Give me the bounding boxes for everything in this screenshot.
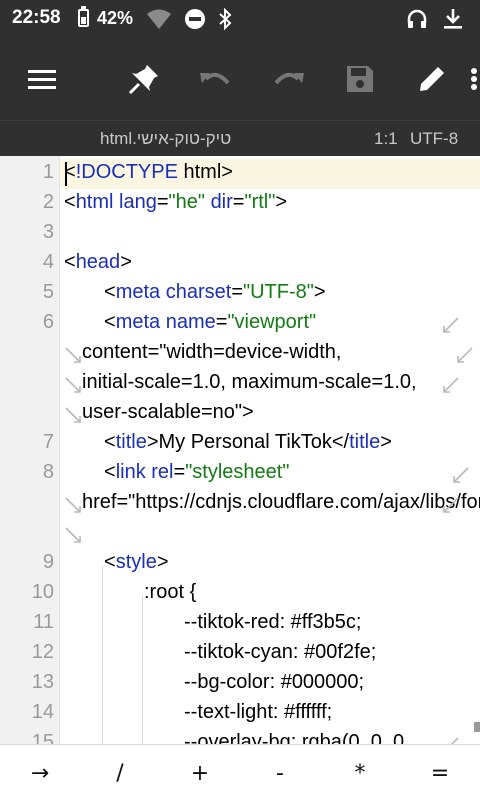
line-number: 15 (31, 731, 54, 744)
code-line: <head> (64, 251, 132, 273)
wrap-continue-icon (65, 407, 81, 423)
clock: 22:58 (12, 7, 61, 28)
battery-icon (78, 9, 89, 27)
line-number: 13 (31, 671, 54, 693)
do-not-disturb-icon (185, 9, 205, 29)
line-number: 4 (42, 251, 54, 273)
line-number: 10 (31, 581, 54, 603)
redo-button[interactable] (268, 59, 308, 99)
edit-button[interactable] (412, 59, 452, 99)
code-line: :root { (144, 581, 197, 603)
code-line: <meta name="viewport" content="width=devi… (82, 311, 417, 423)
code-line: --text-light: #ffffff; (184, 701, 333, 723)
pin-button[interactable] (124, 59, 164, 99)
file-encoding[interactable]: UTF-8 (410, 129, 458, 149)
code-line: --overlay-bg: rgba(0, 0, 0, (184, 731, 410, 744)
status-bar: 22:58 42% (0, 0, 480, 38)
download-icon (444, 9, 462, 29)
file-name[interactable]: טיק-טוק-אישי.html (100, 129, 231, 149)
wrap-arrow-icon (457, 347, 473, 363)
code-editor[interactable]: 1 2 3 4 5 6 7 8 9 10 11 12 13 14 15 <!DO… (0, 156, 480, 744)
save-icon (347, 66, 373, 92)
more-vert-icon (471, 68, 477, 90)
menu-icon (28, 70, 56, 89)
wrap-arrow-icon (443, 317, 459, 333)
undo-button[interactable] (196, 59, 236, 99)
symbol-keybar: → / + - * = (0, 744, 480, 800)
text-cursor (65, 162, 67, 186)
key-minus[interactable]: - (240, 745, 320, 800)
wrap-arrow-icon (453, 467, 469, 483)
code-line: --tiktok-cyan: #00f2fe; (184, 641, 377, 663)
code-line: <style> (104, 551, 169, 573)
wrap-arrow-icon (450, 737, 459, 744)
code-line: <!DOCTYPE html> (64, 161, 233, 183)
pin-icon (128, 65, 158, 95)
line-number: 6 (42, 311, 54, 333)
code-line: <html lang="he" dir="rtl"> (64, 191, 288, 213)
code-line: <meta charset="UTF-8"> (104, 281, 326, 303)
cursor-position: 1:1 (374, 129, 398, 148)
edit-icon (420, 67, 444, 91)
key-plus[interactable]: + (160, 745, 240, 800)
code-line: <link rel="stylesheet" href="https://cdnj… (82, 461, 480, 513)
code-line: --tiktok-red: #ff3b5c; (184, 611, 362, 633)
code-line: <title>My Personal TikTok</title> (104, 431, 392, 453)
save-button[interactable] (340, 59, 380, 99)
line-number: 9 (42, 551, 54, 573)
key-slash[interactable]: / (80, 745, 160, 800)
line-number: 8 (42, 461, 54, 483)
undo-icon (200, 72, 230, 85)
line-number: 1 (42, 161, 54, 183)
key-tab-arrow[interactable]: → (0, 745, 80, 800)
line-number: 12 (31, 641, 54, 663)
editor-toolbar (0, 38, 480, 120)
file-info-bar: טיק-טוק-אישי.html 1:1 UTF-8 (0, 120, 480, 156)
wifi-icon (147, 9, 171, 29)
code-line: --bg-color: #000000; (184, 671, 365, 693)
scrollbar-thumb[interactable] (474, 722, 480, 732)
more-options-button[interactable] (462, 59, 480, 99)
wrap-arrow-icon (443, 497, 459, 513)
line-number: 2 (42, 191, 54, 213)
line-number: 5 (42, 281, 54, 303)
line-number: 3 (42, 221, 54, 243)
battery-percent: 42% (97, 8, 134, 28)
headset-icon (407, 9, 427, 28)
indent-guide (142, 596, 143, 744)
wrap-arrow-icon (443, 377, 459, 393)
line-number: 14 (31, 701, 54, 723)
line-number: 7 (42, 431, 54, 453)
key-asterisk[interactable]: * (320, 745, 400, 800)
bluetooth-icon (219, 7, 232, 31)
wrap-continue-icon (65, 497, 81, 513)
wrap-continue-icon (65, 347, 81, 363)
redo-icon (274, 72, 304, 85)
line-number: 11 (33, 611, 54, 633)
menu-button[interactable] (22, 59, 62, 99)
indent-guide (102, 566, 103, 744)
key-equals[interactable]: = (400, 745, 480, 800)
wrap-continue-icon (65, 377, 81, 393)
wrap-continue-icon (65, 527, 81, 543)
